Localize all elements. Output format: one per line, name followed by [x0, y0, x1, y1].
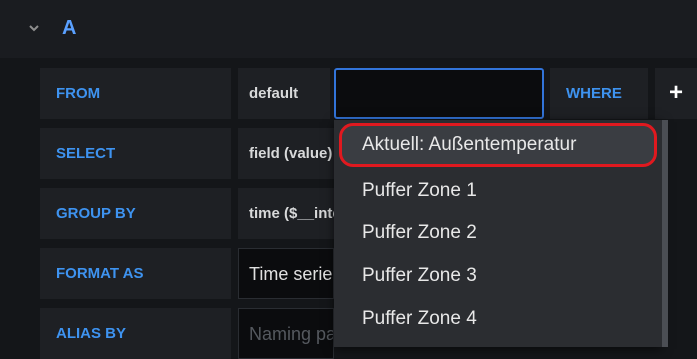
- chevron-down-icon[interactable]: [28, 22, 40, 34]
- dropdown-item[interactable]: Puffer Zone 2: [334, 212, 662, 254]
- select-label: SELECT: [40, 128, 231, 179]
- alias-by-input[interactable]: Naming pattern: [238, 308, 334, 359]
- dropdown-scrollbar[interactable]: [662, 120, 668, 347]
- dropdown-item-highlighted[interactable]: Aktuell: Außentemperatur: [339, 123, 657, 167]
- dropdown-item[interactable]: Puffer Zone 3: [334, 255, 662, 297]
- format-as-label: FORMAT AS: [40, 248, 231, 299]
- query-header[interactable]: A: [0, 0, 697, 58]
- measurement-dropdown[interactable]: Aktuell: Außentemperatur Puffer Zone 1 P…: [334, 120, 662, 347]
- where-button[interactable]: WHERE: [550, 68, 648, 119]
- query-letter: A: [62, 17, 77, 39]
- group-by-time-segment[interactable]: time ($__interval): [238, 188, 334, 239]
- format-as-select[interactable]: Time series: [238, 248, 334, 299]
- retention-policy-select[interactable]: default: [238, 68, 330, 119]
- dropdown-item[interactable]: Puffer Zone 4: [334, 298, 662, 340]
- plus-icon: +: [668, 79, 683, 106]
- add-condition-button[interactable]: +: [655, 68, 697, 119]
- group-by-label: GROUP BY: [40, 188, 231, 239]
- select-field-segment[interactable]: field (value): [238, 128, 334, 179]
- dropdown-item[interactable]: Puffer Zone 1: [334, 170, 662, 212]
- measurement-input[interactable]: [334, 68, 544, 119]
- from-label: FROM: [40, 68, 231, 119]
- alias-by-label: ALIAS BY: [40, 308, 231, 359]
